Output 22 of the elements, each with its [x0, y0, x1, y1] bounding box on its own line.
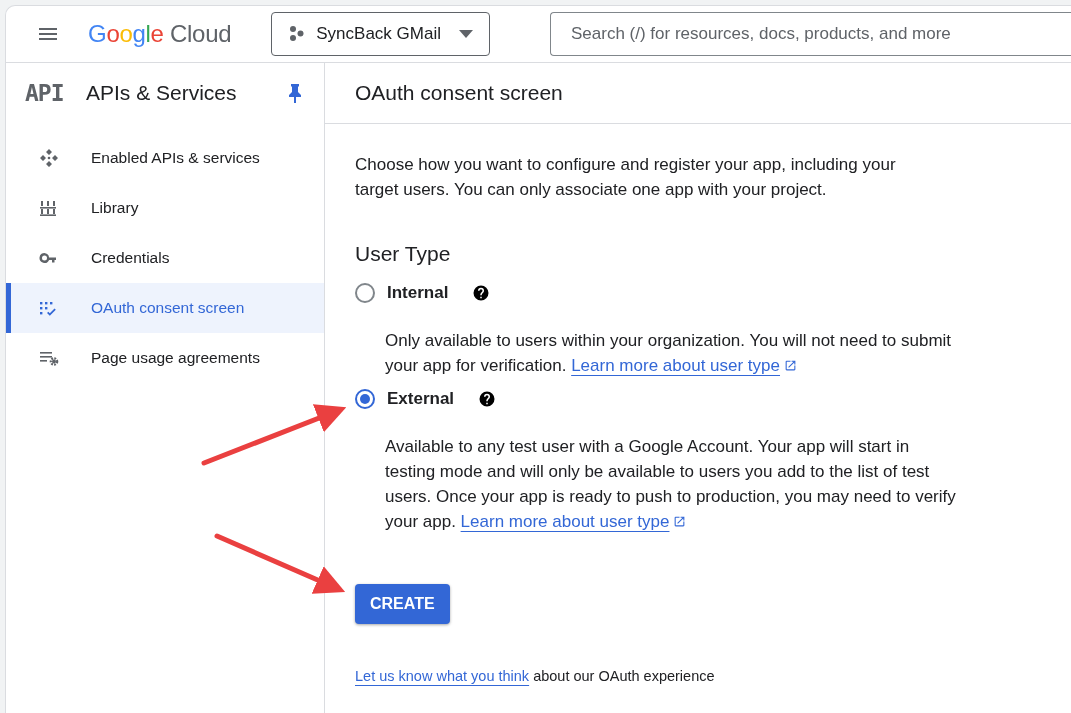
sidebar-item[interactable]: OAuth consent screen	[6, 283, 324, 333]
sidebar-item[interactable]: Page usage agreements	[6, 333, 324, 383]
create-button[interactable]: CREATE	[355, 584, 450, 624]
project-picker[interactable]: SyncBack GMail	[271, 12, 490, 56]
learn-more-link[interactable]: Learn more about user type	[571, 356, 780, 375]
option-description: Only available to users within your organization. You will not need to submit your app for verification. Learn more about user type	[385, 330, 953, 377]
api-label: API	[25, 80, 65, 106]
search-field[interactable]: Search (/) for resources, docs, products, and more	[549, 12, 1071, 56]
option-label[interactable]: Internal	[387, 283, 449, 303]
feedback-link[interactable]: Let us know what you think	[355, 668, 530, 684]
page-title: OAuth consent screen	[325, 63, 1071, 124]
option-description: Available to any test user with a Google Account. Your app will start in testing mode and will only be available to users you add to the list of test users. Once your app is ready to push to production, you may need to verify your app. Learn more about user type	[385, 436, 957, 533]
feedback-text: Let us know what you think about our OAuth experience	[355, 667, 716, 686]
sidebar-item[interactable]: Enabled APIs & services	[6, 133, 324, 183]
sidebar-item[interactable]: Library	[6, 183, 324, 233]
intro-text: Choose how you want to configure and register your app, including your target users. You can only associate one app with your project.	[355, 154, 897, 201]
sidebar-item[interactable]: Credentials	[6, 233, 324, 283]
section-title: User Type	[355, 242, 452, 266]
sidebar-title: APIs & Services	[86, 81, 238, 105]
learn-more-link[interactable]: Learn more about user type	[460, 512, 670, 531]
google-cloud-logo[interactable]: Google Cloud	[88, 20, 232, 48]
option-label[interactable]: External	[387, 389, 455, 409]
